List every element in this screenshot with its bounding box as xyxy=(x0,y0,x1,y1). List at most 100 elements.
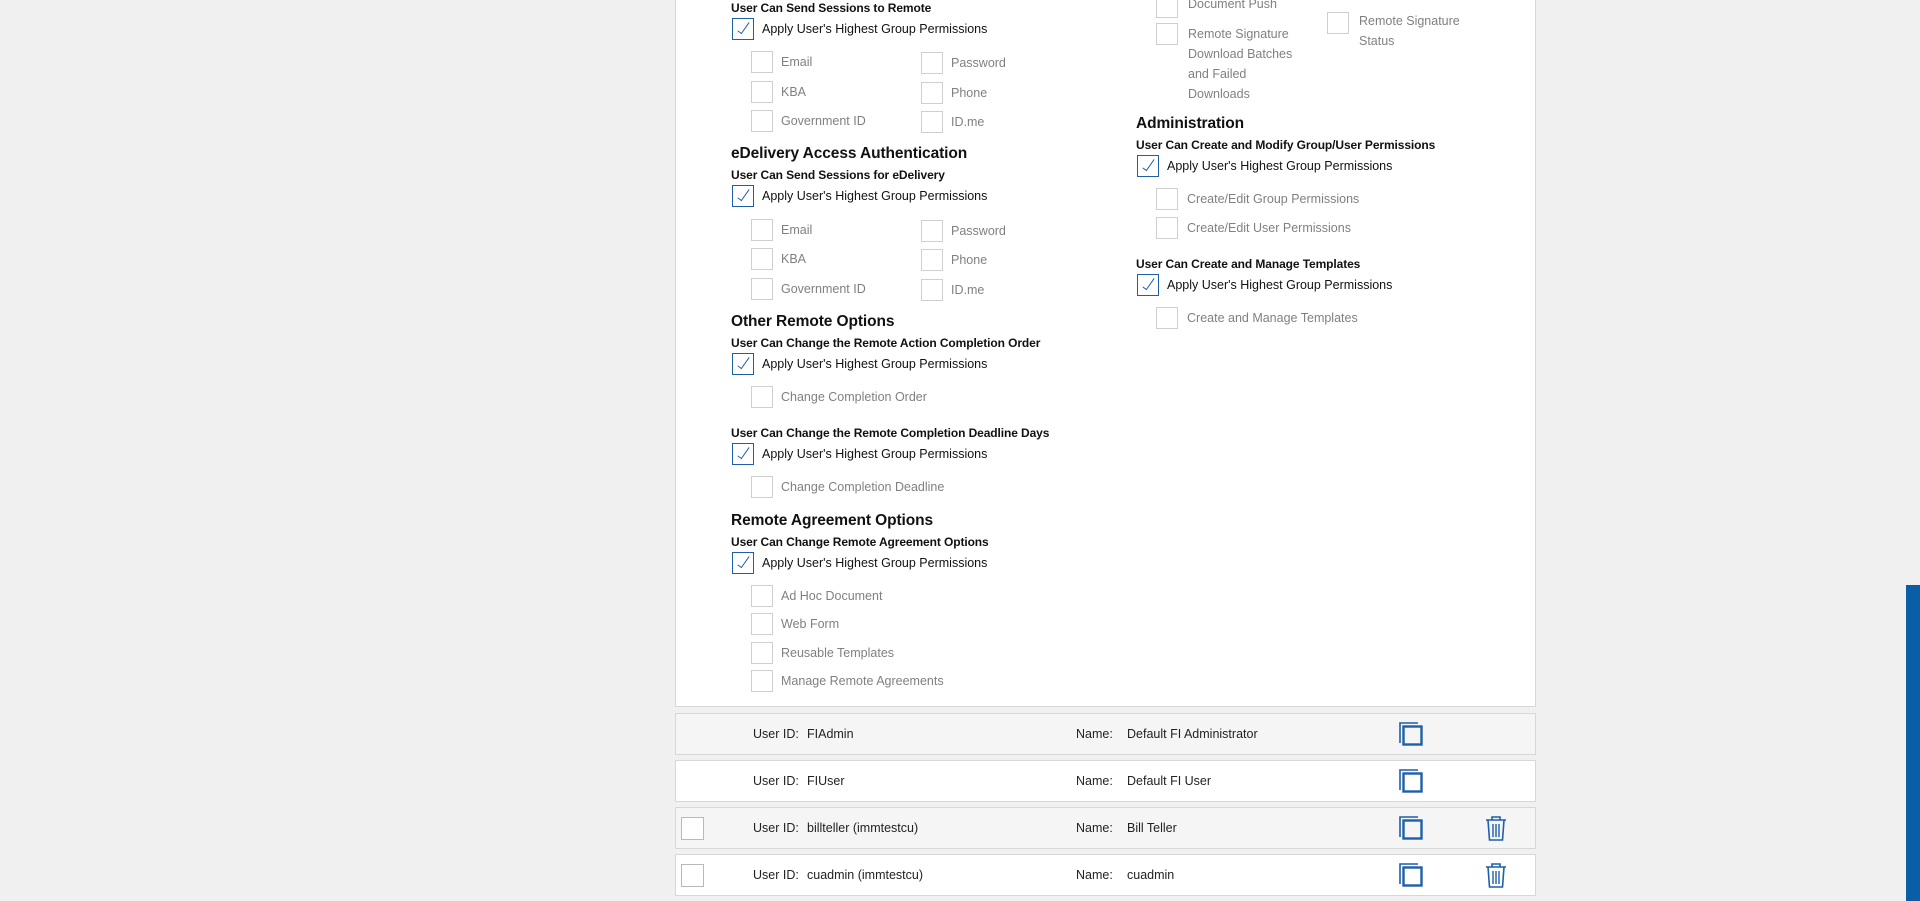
remote-send-idme-label: ID.me xyxy=(951,115,985,129)
edelivery-idme-label: ID.me xyxy=(951,283,985,297)
edelivery-apply-checkbox[interactable] xyxy=(732,185,754,207)
admin-permissions-apply-label: Apply User's Highest Group Permissions xyxy=(1167,159,1393,173)
change-completion-deadline-checkbox[interactable] xyxy=(751,476,773,498)
remote-agreement-apply-label: Apply User's Highest Group Permissions xyxy=(762,556,988,570)
manage-remote-agreements-checkbox[interactable] xyxy=(751,670,773,692)
remote-send-idme-checkbox[interactable] xyxy=(921,111,943,133)
remote-send-email-label: Email xyxy=(781,55,813,69)
remote-send-phone-checkbox[interactable] xyxy=(921,82,943,104)
edelivery-idme-checkbox[interactable] xyxy=(921,279,943,301)
trash-icon[interactable] xyxy=(1484,861,1508,889)
edelivery-phone-checkbox[interactable] xyxy=(921,249,943,271)
manage-templates-subheading: User Can Create and Manage Templates xyxy=(1136,257,1361,271)
name-value: cuadmin xyxy=(1127,868,1175,882)
user-id-label: User ID: xyxy=(753,774,799,788)
edelivery-govid-checkbox[interactable] xyxy=(751,278,773,300)
create-edit-group-permissions-label: Create/Edit Group Permissions xyxy=(1187,192,1360,206)
remote-sig-status-checkbox[interactable] xyxy=(1327,12,1349,34)
change-completion-order-checkbox[interactable] xyxy=(751,386,773,408)
completion-deadline-apply-label: Apply User's Highest Group Permissions xyxy=(762,447,988,461)
ad-hoc-document-label: Ad Hoc Document xyxy=(781,589,883,603)
edelivery-govid-label: Government ID xyxy=(781,282,866,296)
edelivery-email-checkbox[interactable] xyxy=(751,219,773,241)
copy-icon[interactable] xyxy=(1397,720,1425,748)
document-push-label: Document Push xyxy=(1188,0,1277,11)
create-edit-user-permissions-label: Create/Edit User Permissions xyxy=(1187,221,1351,235)
create-edit-group-permissions-checkbox[interactable] xyxy=(1156,188,1178,210)
name-value: Default FI User xyxy=(1127,774,1212,788)
completion-deadline-subheading: User Can Change the Remote Completion De… xyxy=(731,426,1050,440)
document-push-checkbox[interactable] xyxy=(1156,0,1178,18)
administration-heading: Administration xyxy=(1136,115,1244,132)
reusable-templates-label: Reusable Templates xyxy=(781,646,895,660)
remote-send-govid-label: Government ID xyxy=(781,114,866,128)
admin-permissions-subheading: User Can Create and Modify Group/User Pe… xyxy=(1136,138,1436,152)
remote-send-kba-checkbox[interactable] xyxy=(751,81,773,103)
completion-order-apply-checkbox[interactable] xyxy=(732,353,754,375)
remote-send-password-checkbox[interactable] xyxy=(921,52,943,74)
row-select-checkbox[interactable] xyxy=(681,817,704,840)
user-row[interactable]: User ID: FIUser Name: Default FI User xyxy=(675,760,1536,802)
permissions-panel: User Can Send Sessions to Remote Apply U… xyxy=(675,0,1536,707)
remote-agreement-apply-checkbox[interactable] xyxy=(732,552,754,574)
user-row[interactable]: User ID: FIAdmin Name: Default FI Admini… xyxy=(675,713,1536,755)
edelivery-subheading: User Can Send Sessions for eDelivery xyxy=(731,168,945,182)
completion-order-apply-label: Apply User's Highest Group Permissions xyxy=(762,357,988,371)
manage-templates-apply-checkbox[interactable] xyxy=(1137,274,1159,296)
completion-deadline-apply-checkbox[interactable] xyxy=(732,443,754,465)
remote-send-subheading: User Can Send Sessions to Remote xyxy=(731,1,932,15)
trash-icon[interactable] xyxy=(1484,814,1508,842)
remote-send-govid-checkbox[interactable] xyxy=(751,110,773,132)
edelivery-kba-label: KBA xyxy=(781,252,807,266)
remote-send-phone-label: Phone xyxy=(951,86,988,100)
manage-remote-agreements-label: Manage Remote Agreements xyxy=(781,674,944,688)
manage-templates-apply-label: Apply User's Highest Group Permissions xyxy=(1167,278,1393,292)
name-label: Name: xyxy=(1076,821,1113,835)
user-id-label: User ID: xyxy=(753,868,799,882)
remote-sig-download-label: Remote Signature Download Batches and Fa… xyxy=(1188,27,1293,101)
remote-sig-download-checkbox[interactable] xyxy=(1156,23,1178,45)
name-value: Default FI Administrator xyxy=(1127,727,1258,741)
edelivery-email-label: Email xyxy=(781,223,813,237)
name-label: Name: xyxy=(1076,727,1113,741)
edelivery-heading: eDelivery Access Authentication xyxy=(731,145,968,162)
edelivery-kba-checkbox[interactable] xyxy=(751,248,773,270)
change-completion-deadline-label: Change Completion Deadline xyxy=(781,480,945,494)
change-completion-order-label: Change Completion Order xyxy=(781,390,927,404)
remote-send-email-checkbox[interactable] xyxy=(751,51,773,73)
user-id-value: FIAdmin xyxy=(807,727,854,741)
create-edit-user-permissions-checkbox[interactable] xyxy=(1156,217,1178,239)
remote-send-apply-checkbox[interactable] xyxy=(732,18,754,40)
scrollbar-thumb[interactable] xyxy=(1906,585,1920,901)
user-id-label: User ID: xyxy=(753,727,799,741)
edelivery-apply-label: Apply User's Highest Group Permissions xyxy=(762,189,988,203)
remote-agreement-subheading: User Can Change Remote Agreement Options xyxy=(731,535,989,549)
copy-icon[interactable] xyxy=(1397,861,1425,889)
edelivery-password-checkbox[interactable] xyxy=(921,220,943,242)
row-select-checkbox[interactable] xyxy=(681,864,704,887)
copy-icon[interactable] xyxy=(1397,767,1425,795)
remote-sig-status-label: Remote Signature Status xyxy=(1359,14,1460,48)
completion-order-subheading: User Can Change the Remote Action Comple… xyxy=(731,336,1041,350)
remote-send-kba-label: KBA xyxy=(781,85,807,99)
create-manage-templates-checkbox[interactable] xyxy=(1156,307,1178,329)
edelivery-password-label: Password xyxy=(951,224,1006,238)
create-manage-templates-label: Create and Manage Templates xyxy=(1187,311,1358,325)
user-id-value: cuadmin (immtestcu) xyxy=(807,868,923,882)
ad-hoc-document-checkbox[interactable] xyxy=(751,585,773,607)
edelivery-phone-label: Phone xyxy=(951,253,988,267)
web-form-checkbox[interactable] xyxy=(751,613,773,635)
name-label: Name: xyxy=(1076,868,1113,882)
remote-send-password-label: Password xyxy=(951,56,1006,70)
other-remote-heading: Other Remote Options xyxy=(731,313,895,330)
user-id-value: FIUser xyxy=(807,774,845,788)
user-id-label: User ID: xyxy=(753,821,799,835)
user-row[interactable]: User ID: cuadmin (immtestcu) Name: cuadm… xyxy=(675,854,1536,896)
user-row[interactable]: User ID: billteller (immtestcu) Name: Bi… xyxy=(675,807,1536,849)
user-id-value: billteller (immtestcu) xyxy=(807,821,919,835)
remote-send-apply-label: Apply User's Highest Group Permissions xyxy=(762,22,988,36)
reusable-templates-checkbox[interactable] xyxy=(751,642,773,664)
admin-permissions-apply-checkbox[interactable] xyxy=(1137,155,1159,177)
remote-agreement-heading: Remote Agreement Options xyxy=(731,512,933,529)
copy-icon[interactable] xyxy=(1397,814,1425,842)
